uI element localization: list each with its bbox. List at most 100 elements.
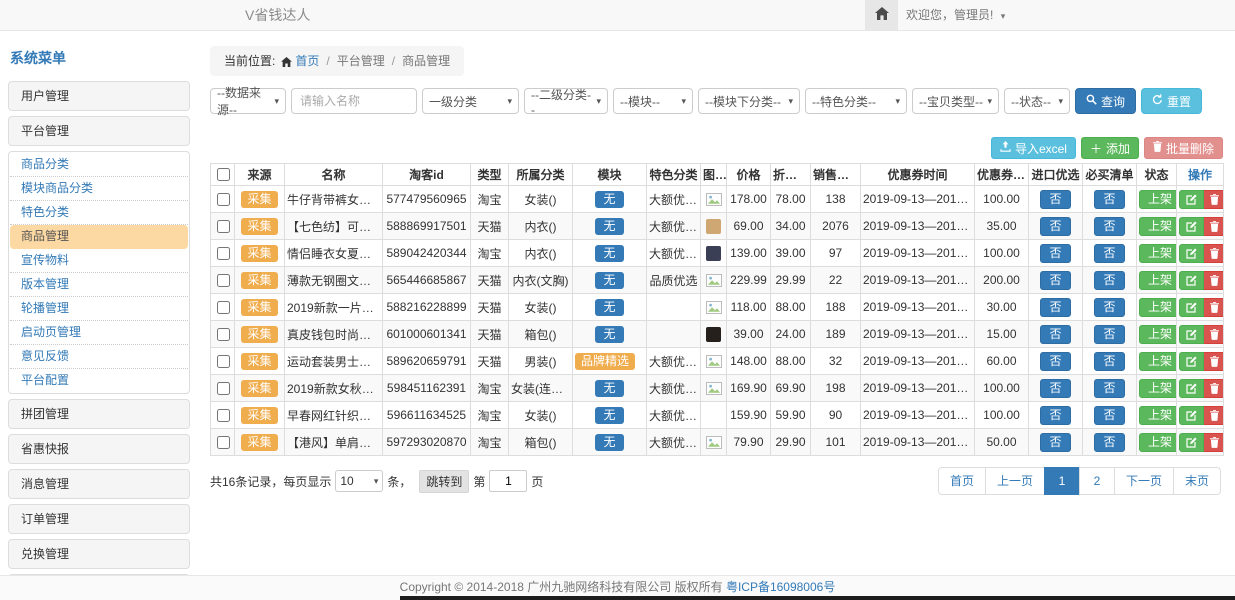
must-buy-toggle-button[interactable]: 否: [1094, 271, 1124, 290]
row-checkbox[interactable]: [217, 355, 230, 368]
must-buy-toggle-button[interactable]: 否: [1094, 190, 1124, 209]
delete-button[interactable]: [1204, 406, 1224, 425]
edit-button[interactable]: [1179, 433, 1204, 452]
must-buy-toggle-button[interactable]: 否: [1094, 433, 1124, 452]
import-toggle-button[interactable]: 否: [1040, 406, 1070, 425]
import-toggle-button[interactable]: 否: [1040, 298, 1070, 317]
pager-next[interactable]: 下一页: [1114, 467, 1174, 495]
must-buy-toggle-button[interactable]: 否: [1094, 325, 1124, 344]
home-button[interactable]: [865, 0, 898, 30]
sidebar-subitem-module-goods-category[interactable]: 模块商品分类: [10, 177, 188, 201]
row-checkbox[interactable]: [217, 436, 230, 449]
delete-button[interactable]: [1204, 379, 1224, 398]
import-excel-button[interactable]: 导入excel: [991, 137, 1076, 159]
import-toggle-button[interactable]: 否: [1040, 244, 1070, 263]
row-checkbox[interactable]: [217, 247, 230, 260]
must-buy-toggle-button[interactable]: 否: [1094, 244, 1124, 263]
must-buy-toggle-button[interactable]: 否: [1094, 379, 1124, 398]
delete-button[interactable]: [1204, 325, 1224, 344]
row-checkbox[interactable]: [217, 409, 230, 422]
edit-button[interactable]: [1179, 325, 1204, 344]
per-page-select[interactable]: 10 ▾: [335, 470, 383, 492]
edit-button[interactable]: [1179, 379, 1204, 398]
must-buy-toggle-button[interactable]: 否: [1094, 217, 1124, 236]
reset-button[interactable]: 重置: [1141, 88, 1202, 114]
jump-button[interactable]: 跳转到: [419, 470, 469, 493]
filter-module-subcategory-select[interactable]: --模块下分类--▾: [698, 88, 800, 114]
delete-button[interactable]: [1204, 217, 1224, 236]
row-checkbox[interactable]: [217, 382, 230, 395]
row-checkbox[interactable]: [217, 328, 230, 341]
pager-page-1[interactable]: 1: [1044, 467, 1080, 495]
select-all-checkbox[interactable]: [217, 168, 230, 181]
import-toggle-button[interactable]: 否: [1040, 325, 1070, 344]
delete-button[interactable]: [1204, 190, 1224, 209]
sidebar-subitem-version-manage[interactable]: 版本管理: [10, 273, 188, 297]
delete-button[interactable]: [1204, 433, 1224, 452]
filter-module-select[interactable]: --模块--▾: [613, 88, 693, 114]
filter-item-type-select[interactable]: --宝贝类型--▾: [912, 88, 999, 114]
delete-button[interactable]: [1204, 352, 1224, 371]
import-toggle-button[interactable]: 否: [1040, 271, 1070, 290]
sidebar-subitem-goods-manage[interactable]: 商品管理: [10, 225, 188, 249]
query-button[interactable]: 查询: [1075, 88, 1136, 114]
filter-level2-category-select[interactable]: --二级分类--▾: [524, 88, 608, 114]
row-checkbox[interactable]: [217, 193, 230, 206]
must-buy-toggle-button[interactable]: 否: [1094, 298, 1124, 317]
status-button[interactable]: 上架: [1139, 298, 1177, 317]
sidebar-subitem-goods-category[interactable]: 商品分类: [10, 153, 188, 177]
edit-button[interactable]: [1179, 406, 1204, 425]
delete-button[interactable]: [1204, 271, 1224, 290]
sidebar-subitem-platform-config[interactable]: 平台配置: [10, 369, 188, 392]
status-button[interactable]: 上架: [1139, 325, 1177, 344]
sidebar-item-message-manage[interactable]: 消息管理: [8, 469, 190, 499]
sidebar-subitem-splash-manage[interactable]: 启动页管理: [10, 321, 188, 345]
pager-prev[interactable]: 上一页: [985, 467, 1045, 495]
icp-link[interactable]: 粤ICP备16098006号: [726, 580, 835, 594]
status-button[interactable]: 上架: [1139, 244, 1177, 263]
status-button[interactable]: 上架: [1139, 406, 1177, 425]
edit-button[interactable]: [1179, 190, 1204, 209]
filter-data-source-select[interactable]: --数据来源--▾: [210, 88, 286, 114]
row-checkbox[interactable]: [217, 220, 230, 233]
must-buy-toggle-button[interactable]: 否: [1094, 406, 1124, 425]
sidebar-item-groupbuy-manage[interactable]: 拼团管理: [8, 399, 190, 429]
pager-last[interactable]: 末页: [1173, 467, 1221, 495]
status-button[interactable]: 上架: [1139, 352, 1177, 371]
import-toggle-button[interactable]: 否: [1040, 217, 1070, 236]
import-toggle-button[interactable]: 否: [1040, 379, 1070, 398]
import-toggle-button[interactable]: 否: [1040, 352, 1070, 371]
import-toggle-button[interactable]: 否: [1040, 190, 1070, 209]
status-button[interactable]: 上架: [1139, 379, 1177, 398]
delete-button[interactable]: [1204, 298, 1224, 317]
edit-button[interactable]: [1179, 271, 1204, 290]
status-button[interactable]: 上架: [1139, 271, 1177, 290]
jump-page-input[interactable]: [489, 470, 527, 492]
delete-button[interactable]: [1204, 244, 1224, 263]
filter-status-select[interactable]: --状态--▾: [1004, 88, 1070, 114]
sidebar-item-user-manage[interactable]: 用户管理: [8, 81, 190, 111]
user-menu[interactable]: 欢迎您，管理员! ▾: [906, 0, 1005, 31]
pager-page-2[interactable]: 2: [1079, 467, 1115, 495]
breadcrumb-home-link[interactable]: 首页: [295, 54, 319, 68]
must-buy-toggle-button[interactable]: 否: [1094, 352, 1124, 371]
status-button[interactable]: 上架: [1139, 433, 1177, 452]
sidebar-item-order-manage[interactable]: 订单管理: [8, 504, 190, 534]
sidebar-subitem-carousel-manage[interactable]: 轮播管理: [10, 297, 188, 321]
sidebar-item-platform-manage[interactable]: 平台管理: [8, 116, 190, 146]
batch-delete-button[interactable]: 批量删除: [1144, 137, 1223, 159]
row-checkbox[interactable]: [217, 274, 230, 287]
edit-button[interactable]: [1179, 298, 1204, 317]
sidebar-subitem-feedback[interactable]: 意见反馈: [10, 345, 188, 369]
import-toggle-button[interactable]: 否: [1040, 433, 1070, 452]
filter-featured-category-select[interactable]: --特色分类--▾: [805, 88, 907, 114]
sidebar-item-exchange-manage[interactable]: 兑换管理: [8, 539, 190, 569]
sidebar-subitem-featured-category[interactable]: 特色分类: [10, 201, 188, 225]
row-checkbox[interactable]: [217, 301, 230, 314]
sidebar-subitem-promo-materials[interactable]: 宣传物料: [10, 249, 188, 273]
edit-button[interactable]: [1179, 244, 1204, 263]
sidebar-item-saving-express[interactable]: 省惠快报: [8, 434, 190, 464]
edit-button[interactable]: [1179, 352, 1204, 371]
edit-button[interactable]: [1179, 217, 1204, 236]
status-button[interactable]: 上架: [1139, 190, 1177, 209]
